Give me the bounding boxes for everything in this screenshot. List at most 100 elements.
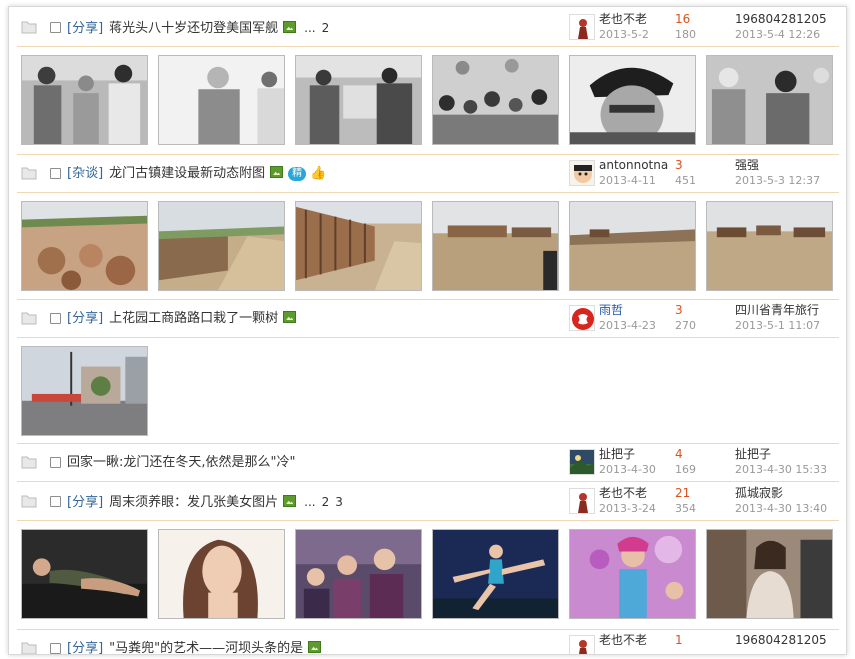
folder-icon [21,20,37,34]
avatar[interactable] [569,160,595,186]
thread-title-line: [分享] 上花园工商路路口栽了一颗树 [67,310,297,328]
post-date: 2013-4-11 [599,174,656,187]
thread-list: [分享] 蒋光头八十岁还切登美国军舰... 2 老也不老 2013-5-2 16 1… [8,6,847,655]
gallery-thumbnail[interactable] [706,201,833,291]
thread-row: [分享] 上花园工商路路口栽了一颗树 雨哲 2013-4-23 3 270 四川省… [17,300,839,338]
thread-row: [分享] "马粪兜"的艺术——河坝头条的是 老也不老 1 196804281205 [17,630,839,654]
gallery-thumbnail[interactable] [21,201,148,291]
avatar[interactable] [569,449,595,475]
thread-row: [分享] 周末须养眼：发几张美女图片 ... 2 3 老也不老 2013-3-24 21… [17,483,839,521]
folder-icon [21,166,37,180]
view-count: 354 [675,502,696,515]
post-date: 2013-4-23 [599,319,656,332]
avatar[interactable] [569,305,595,331]
thread-title-link[interactable]: 上花园工商路路口栽了一颗树 [109,311,278,326]
thread-pager: ... 2 3 [304,495,349,509]
thread-row: 回家一瞅:龙门还在冬天,依然是那么"冷" 扯把子 2013-4-30 4 169… [17,444,839,482]
pager-link[interactable]: 2 [322,21,330,35]
last-post-time[interactable]: 2013-5-3 12:37 [735,174,820,188]
post-date: 2013-4-30 [599,463,656,476]
gallery-thumbnail[interactable] [21,529,148,619]
thread-pager: ... 2 [304,21,335,35]
folder-icon [21,455,37,469]
thread-select-checkbox[interactable] [50,496,61,507]
last-post-user[interactable]: 扯把子 [735,447,771,462]
gallery-thumbnail[interactable] [295,55,422,145]
last-post-time[interactable]: 2013-4-30 13:40 [735,502,827,516]
last-post-user[interactable]: 孤城寂影 [735,486,783,501]
thread-title-line: [分享] 周末须养眼：发几张美女图片 ... 2 3 [67,493,349,512]
last-post-user[interactable]: 强强 [735,158,759,173]
gallery-thumbnail[interactable] [295,529,422,619]
thread-category-link[interactable]: [杂谈] [67,166,103,181]
image-attachment-icon [283,21,297,33]
pager-link[interactable]: 3 [335,495,343,509]
thread-title-line: 回家一瞅:龙门还在冬天,依然是那么"冷" [67,454,295,472]
thread-title-link[interactable]: 蒋光头八十岁还切登美国军舰 [109,21,278,36]
thread-image-gallery [17,338,839,444]
thumbs-up-icon: 👍 [310,166,327,181]
pager-link[interactable]: 2 [322,495,330,509]
avatar[interactable] [569,635,595,654]
thread-author[interactable]: 雨哲 [599,303,623,318]
gallery-thumbnail[interactable] [158,55,285,145]
view-count: 451 [675,174,696,187]
image-attachment-icon [308,641,322,653]
view-count: 180 [675,28,696,41]
gallery-thumbnail[interactable] [706,55,833,145]
post-date: 2013-3-24 [599,502,656,515]
thread-author[interactable]: 老也不老 [599,633,647,648]
thread-title-link[interactable]: "马粪兜"的艺术——河坝头条的是 [109,641,303,654]
post-date: 2013-5-2 [599,28,649,41]
thread-select-checkbox[interactable] [50,313,61,324]
reply-count: 1 [675,633,683,647]
thread-author[interactable]: 老也不老 [599,12,647,27]
thread-select-checkbox[interactable] [50,22,61,33]
thread-title-link[interactable]: 回家一瞅:龙门还在冬天,依然是那么"冷" [67,455,295,470]
thread-select-checkbox[interactable] [50,643,61,654]
gallery-thumbnail[interactable] [158,201,285,291]
gallery-thumbnail[interactable] [569,55,696,145]
image-attachment-icon [270,166,284,178]
thread-category-link[interactable]: [分享] [67,21,103,36]
reply-count: 3 [675,303,683,317]
thread-category-link[interactable]: [分享] [67,311,103,326]
thread-author[interactable]: antonnotna [599,158,668,173]
last-post-user[interactable]: 196804281205 [735,633,827,648]
thread-image-gallery [17,521,839,630]
thread-select-checkbox[interactable] [50,168,61,179]
gallery-thumbnail[interactable] [432,201,559,291]
gallery-thumbnail[interactable] [432,55,559,145]
gallery-thumbnail[interactable] [295,201,422,291]
gallery-thumbnail[interactable] [21,55,148,145]
thread-author[interactable]: 扯把子 [599,447,635,462]
gallery-thumbnail[interactable] [21,346,148,436]
thread-title-line: [分享] 蒋光头八十岁还切登美国军舰 ... 2 [67,19,335,38]
folder-icon [21,311,37,325]
gallery-thumbnail[interactable] [569,201,696,291]
thread-author[interactable]: 老也不老 [599,486,647,501]
folder-icon [21,494,37,508]
reply-count: 3 [675,158,683,172]
gallery-thumbnail[interactable] [432,529,559,619]
thread-category-link[interactable]: [分享] [67,641,103,654]
thread-category-link[interactable]: [分享] [67,495,103,510]
last-post-time[interactable]: 2013-4-30 15:33 [735,463,827,477]
reply-count: 21 [675,486,691,500]
reply-count: 4 [675,447,683,461]
last-post-time[interactable]: 2013-5-4 12:26 [735,28,820,42]
avatar[interactable] [569,14,595,40]
thread-title-line: [分享] "马粪兜"的艺术——河坝头条的是 [67,640,322,654]
gallery-thumbnail[interactable] [158,529,285,619]
thread-title-link[interactable]: 龙门古镇建设最新动态附图 [109,166,265,181]
last-post-user[interactable]: 196804281205 [735,12,827,27]
last-post-user[interactable]: 四川省青年旅行 [735,303,819,318]
thread-image-gallery [17,47,839,155]
last-post-time[interactable]: 2013-5-1 11:07 [735,319,820,333]
thread-select-checkbox[interactable] [50,457,61,468]
thread-title-link[interactable]: 周末须养眼：发几张美女图片 [109,495,278,510]
thread-image-gallery [17,193,839,300]
avatar[interactable] [569,488,595,514]
gallery-thumbnail[interactable] [706,529,833,619]
gallery-thumbnail[interactable] [569,529,696,619]
